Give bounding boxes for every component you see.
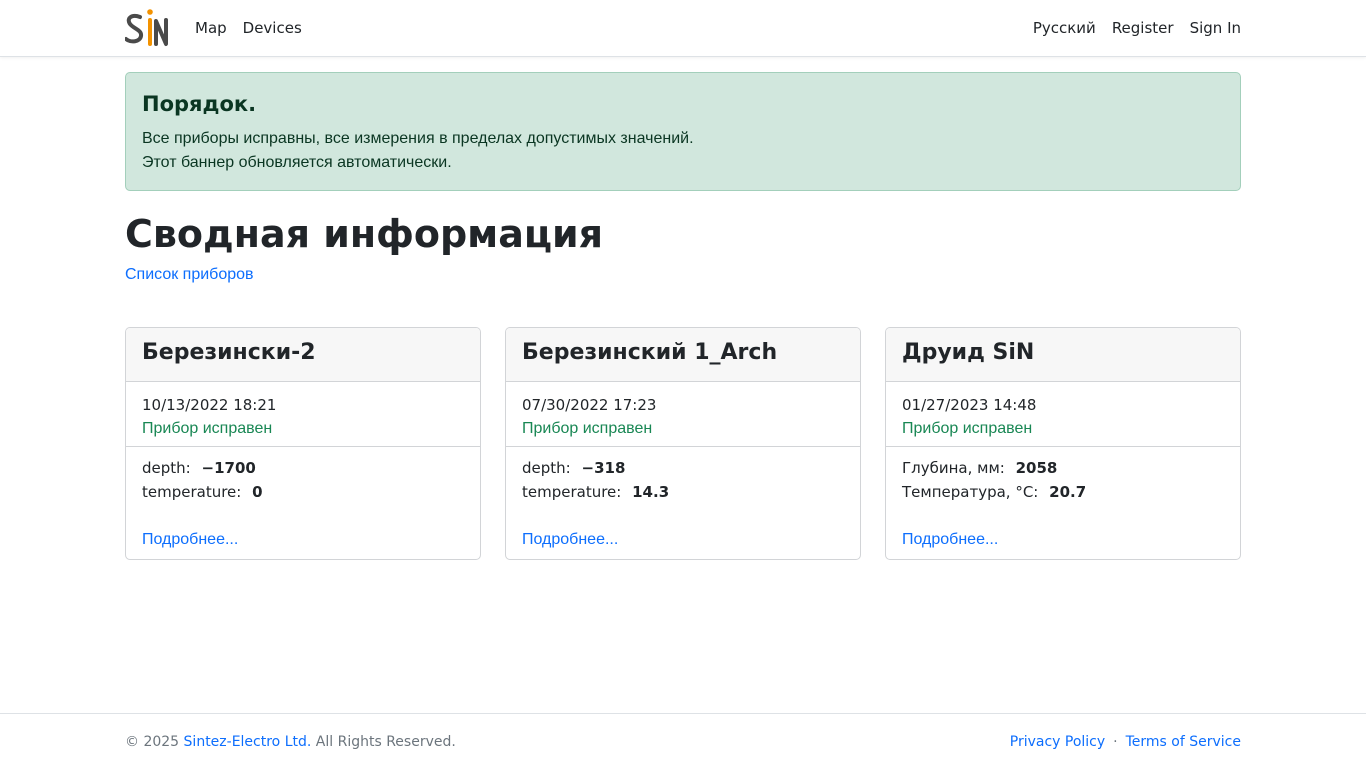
device-card: Березински-2 10/13/2022 18:21 Прибор исп…: [125, 327, 481, 560]
copyright-prefix: © 2025: [125, 734, 180, 750]
measurement-label: depth:: [142, 459, 191, 477]
device-status-section: 01/27/2023 14:48 Прибор исправен: [886, 382, 1240, 447]
navbar-container: Map Devices Русский Register Sign In: [125, 0, 1241, 56]
details-link[interactable]: Подробнее...: [902, 528, 998, 552]
page-title: Сводная информация: [125, 212, 604, 256]
measurement-row: Глубина, мм: 2058: [902, 456, 1224, 480]
measurement-row: depth: −318: [522, 456, 844, 480]
main-content: Порядок. Все приборы исправны, все измер…: [125, 72, 1241, 560]
device-card: Друид SiN 01/27/2023 14:48 Прибор исправ…: [885, 327, 1241, 560]
measurement-row: depth: −1700: [142, 456, 464, 480]
measurement-label: temperature:: [142, 483, 242, 501]
details-link[interactable]: Подробнее...: [142, 528, 238, 552]
device-cards: Березински-2 10/13/2022 18:21 Прибор исп…: [125, 327, 1241, 560]
nav-left: Map Devices: [125, 8, 318, 48]
status-alert: Порядок. Все приборы исправны, все измер…: [125, 72, 1241, 191]
measurement-row: temperature: 14.3: [522, 480, 844, 504]
top-navbar: Map Devices Русский Register Sign In: [0, 0, 1366, 57]
measurement-value: 0: [252, 483, 263, 501]
device-status-text: Прибор исправен: [142, 420, 273, 437]
nav-right: Русский Register Sign In: [1033, 19, 1241, 37]
alert-heading: Порядок.: [142, 92, 257, 116]
device-measurements: Глубина, мм: 2058 Температура, °C: 20.7 …: [886, 447, 1240, 552]
measurement-value: −1700: [201, 459, 256, 477]
footer-separator: ·: [1113, 734, 1118, 750]
alert-note: Этот баннер обновляется автоматически.: [142, 154, 452, 171]
device-status-section: 10/13/2022 18:21 Прибор исправен: [126, 382, 480, 447]
details-link[interactable]: Подробнее...: [522, 528, 618, 552]
device-name: Березинский 1_Arch: [506, 328, 860, 382]
rights-text: All Rights Reserved.: [315, 734, 456, 750]
alert-message: Все приборы исправны, все измерения в пр…: [142, 130, 694, 147]
device-list-link[interactable]: Список приборов: [125, 265, 254, 285]
privacy-policy-link[interactable]: Privacy Policy: [1010, 734, 1105, 750]
footer-container: © 2025 Sintez-Electro Ltd. All Rights Re…: [125, 714, 1241, 768]
brand-logo-link[interactable]: [125, 8, 169, 48]
device-status-section: 07/30/2022 17:23 Прибор исправен: [506, 382, 860, 447]
measurement-label: Температура, °C:: [902, 483, 1039, 501]
device-status-text: Прибор исправен: [902, 420, 1033, 437]
measurement-value: −318: [581, 459, 626, 477]
device-measurements: depth: −318 temperature: 14.3 Подробнее.…: [506, 447, 860, 552]
measurement-label: temperature:: [522, 483, 622, 501]
register-link[interactable]: Register: [1112, 19, 1174, 37]
nav-link-devices[interactable]: Devices: [243, 19, 302, 37]
page-footer: © 2025 Sintez-Electro Ltd. All Rights Re…: [0, 713, 1366, 768]
measurement-row: temperature: 0: [142, 480, 464, 504]
measurement-label: depth:: [522, 459, 571, 477]
language-selector[interactable]: Русский: [1033, 19, 1096, 37]
device-name: Друид SiN: [886, 328, 1240, 382]
terms-of-service-link[interactable]: Terms of Service: [1126, 734, 1241, 750]
measurement-label: Глубина, мм:: [902, 459, 1005, 477]
device-timestamp: 07/30/2022 17:23: [522, 396, 657, 414]
device-status-text: Прибор исправен: [522, 420, 653, 437]
company-link[interactable]: Sintez-Electro Ltd.: [184, 734, 312, 750]
measurement-row: Температура, °C: 20.7: [902, 480, 1224, 504]
sign-in-link[interactable]: Sign In: [1190, 19, 1241, 37]
device-timestamp: 01/27/2023 14:48: [902, 396, 1037, 414]
device-card: Березинский 1_Arch 07/30/2022 17:23 Приб…: [505, 327, 861, 560]
measurement-value: 14.3: [632, 483, 670, 501]
footer-links: Privacy Policy · Terms of Service: [1010, 734, 1241, 750]
sin-logo-icon: [125, 9, 168, 46]
nav-link-map[interactable]: Map: [195, 19, 227, 37]
device-measurements: depth: −1700 temperature: 0 Подробнее...: [126, 447, 480, 552]
measurement-value: 20.7: [1049, 483, 1087, 501]
device-timestamp: 10/13/2022 18:21: [142, 396, 277, 414]
measurement-value: 2058: [1015, 459, 1058, 477]
device-name: Березински-2: [126, 328, 480, 382]
footer-copyright: © 2025 Sintez-Electro Ltd. All Rights Re…: [125, 734, 456, 750]
